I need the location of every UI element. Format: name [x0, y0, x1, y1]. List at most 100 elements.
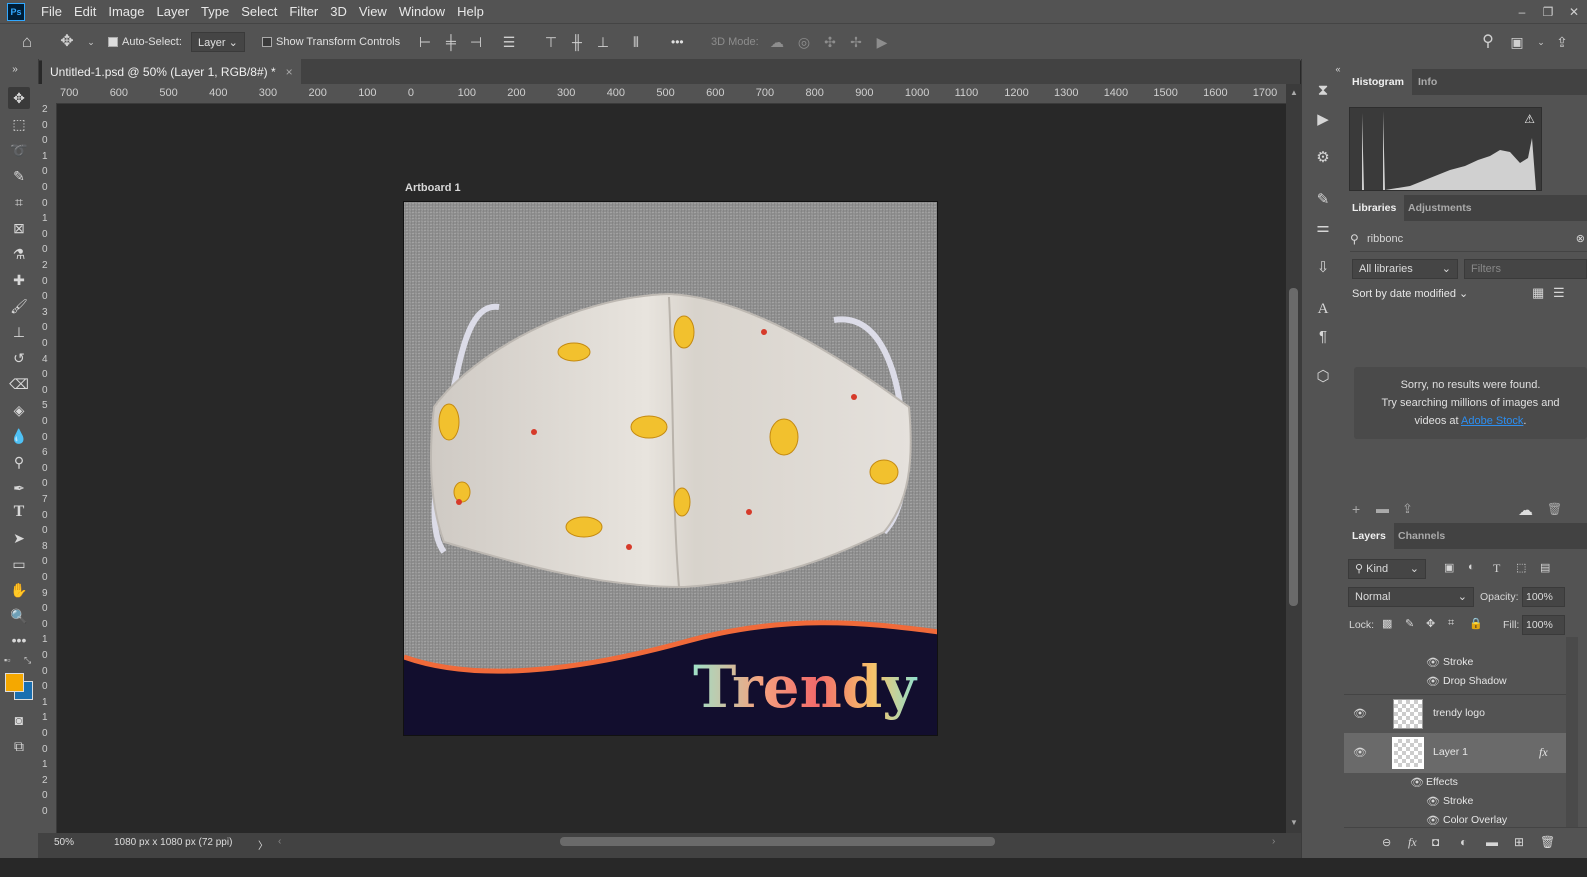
- horizontal-scroll-thumb[interactable]: [560, 837, 995, 846]
- show-transform-checkbox[interactable]: Show Transform Controls: [262, 24, 400, 60]
- 3d-cube-icon[interactable]: ⬡: [1313, 367, 1333, 387]
- close-tab-icon[interactable]: ×: [286, 65, 293, 79]
- eye-icon[interactable]: 👁: [1426, 795, 1440, 808]
- library-select-dropdown[interactable]: All libraries ⌄: [1352, 259, 1458, 279]
- layer-row-trendy-logo[interactable]: 👁 trendy logo: [1344, 694, 1566, 734]
- drag-3d-icon[interactable]: ✣: [821, 33, 839, 51]
- zoom-level[interactable]: 50%: [54, 837, 74, 848]
- menu-window[interactable]: Window: [393, 4, 451, 19]
- menu-help[interactable]: Help: [451, 4, 490, 19]
- distribute-vertical-icon[interactable]: ⦀: [627, 33, 645, 51]
- vertical-scroll-thumb[interactable]: [1289, 288, 1298, 606]
- scroll-up-icon[interactable]: ▲: [1290, 88, 1298, 97]
- tab-layers[interactable]: Layers: [1344, 523, 1394, 549]
- tab-libraries[interactable]: Libraries: [1344, 195, 1405, 221]
- brush-settings-icon[interactable]: ✎: [1313, 190, 1333, 210]
- layer-row-layer-1[interactable]: 👁 Layer 1 fx: [1344, 733, 1566, 773]
- paint-bucket-tool[interactable]: ◈: [8, 399, 30, 421]
- workspace-icon[interactable]: ▣: [1508, 33, 1526, 51]
- pen-tool[interactable]: ✒: [8, 477, 30, 499]
- layer-name[interactable]: trendy logo: [1433, 707, 1485, 719]
- cloud-icon[interactable]: ☁: [1518, 501, 1533, 519]
- align-right-icon[interactable]: ⊣: [467, 33, 485, 51]
- scroll-right-icon[interactable]: ›: [1272, 836, 1275, 847]
- align-bottom-icon[interactable]: ⊥: [594, 33, 612, 51]
- sort-dropdown[interactable]: Sort by date modified ⌄: [1352, 287, 1468, 300]
- layers-scrollbar[interactable]: [1566, 637, 1578, 827]
- grid-view-icon[interactable]: ▦: [1532, 285, 1544, 301]
- tab-histogram[interactable]: Histogram: [1344, 69, 1412, 95]
- rectangle-tool[interactable]: ▭: [8, 553, 30, 575]
- roll-3d-icon[interactable]: ◎: [795, 33, 813, 51]
- eyedropper-tool[interactable]: ⚗: [8, 243, 30, 265]
- quick-select-tool[interactable]: ✎: [8, 165, 30, 187]
- layer-effect-row[interactable]: 👁 Stroke: [1344, 654, 1566, 672]
- folder-icon[interactable]: ▬: [1376, 501, 1389, 516]
- menu-3d[interactable]: 3D: [324, 4, 353, 19]
- lock-all-icon[interactable]: 🔒: [1469, 617, 1483, 630]
- adjustment-layer-icon[interactable]: ◐: [1460, 835, 1467, 849]
- workspace-chevron-icon[interactable]: ⌄: [1532, 33, 1550, 51]
- adjust-sliders-icon[interactable]: ⚌: [1313, 218, 1333, 238]
- tab-channels[interactable]: Channels: [1390, 523, 1453, 549]
- eraser-tool[interactable]: ⌫: [8, 373, 30, 395]
- visibility-eye-icon[interactable]: 👁: [1353, 746, 1367, 759]
- slide-3d-icon[interactable]: ✢: [847, 33, 865, 51]
- effects-row[interactable]: 👁 Effects: [1344, 774, 1566, 792]
- swap-colors-icon[interactable]: ⤡: [24, 655, 31, 666]
- horizontal-ruler[interactable]: 700 600 500 400 300 200 100 0 100 200 300 400 500 600…: [40, 84, 1286, 104]
- auto-select-target-dropdown[interactable]: Layer ⌄: [191, 32, 245, 52]
- dodge-tool[interactable]: ⚲: [8, 451, 30, 473]
- lock-artboard-icon[interactable]: ⌗: [1448, 617, 1454, 630]
- blend-mode-dropdown[interactable]: Normal ⌄: [1348, 587, 1474, 607]
- eye-icon[interactable]: 👁: [1426, 656, 1440, 669]
- lasso-tool[interactable]: ➰: [8, 139, 30, 161]
- crop-tool[interactable]: ⌗: [8, 191, 30, 213]
- kind-filter-dropdown[interactable]: ⚲ Kind ⌄: [1348, 559, 1426, 579]
- actions-play-icon[interactable]: ▶: [1313, 110, 1333, 130]
- list-view-icon[interactable]: ☰: [1553, 285, 1565, 301]
- add-library-icon[interactable]: +: [1352, 501, 1360, 517]
- search-icon[interactable]: ⚲: [1479, 33, 1497, 51]
- opacity-input[interactable]: 100%: [1522, 587, 1565, 607]
- filter-type-icon[interactable]: T: [1493, 561, 1500, 576]
- align-left-icon[interactable]: ⊢: [416, 33, 434, 51]
- distribute-icon[interactable]: ☰: [500, 33, 518, 51]
- properties-icon[interactable]: ⚙: [1313, 148, 1333, 168]
- character-icon[interactable]: A: [1313, 299, 1333, 319]
- more-options-button[interactable]: •••: [671, 24, 684, 60]
- layer-effect-row[interactable]: 👁 Stroke: [1344, 793, 1566, 811]
- close-window-button[interactable]: ✕: [1561, 5, 1587, 19]
- artboard-label[interactable]: Artboard 1: [405, 182, 461, 194]
- orbit-3d-icon[interactable]: ☁: [768, 33, 786, 51]
- scroll-down-icon[interactable]: ▼: [1290, 818, 1298, 827]
- library-search[interactable]: ⚲ ribbonc ⊗: [1350, 229, 1587, 252]
- glyphs-icon[interactable]: ⇩: [1313, 258, 1333, 278]
- link-layers-icon[interactable]: ⊖: [1382, 836, 1391, 849]
- layer-effect-row[interactable]: 👁 Drop Shadow: [1344, 673, 1566, 691]
- filter-adjustment-icon[interactable]: ◐: [1468, 561, 1475, 573]
- move-tool-icon[interactable]: ✥: [58, 33, 76, 51]
- menu-select[interactable]: Select: [235, 4, 283, 19]
- adobe-stock-link[interactable]: Adobe Stock: [1461, 415, 1523, 427]
- filter-shape-icon[interactable]: ⬚: [1516, 561, 1526, 574]
- menu-view[interactable]: View: [353, 4, 393, 19]
- artboard[interactable]: Trendy: [403, 201, 938, 736]
- minimize-button[interactable]: –: [1509, 5, 1535, 19]
- fx-icon[interactable]: fx: [1539, 745, 1548, 760]
- lock-position-icon[interactable]: ✥: [1426, 617, 1435, 630]
- healing-brush-tool[interactable]: ✚: [8, 269, 30, 291]
- filter-pixel-icon[interactable]: ▣: [1444, 561, 1454, 574]
- align-center-icon[interactable]: ╪: [442, 33, 460, 51]
- type-tool[interactable]: T: [8, 501, 30, 523]
- home-icon[interactable]: ⌂: [18, 33, 36, 51]
- warning-icon[interactable]: ⚠: [1524, 112, 1535, 126]
- camera-3d-icon[interactable]: ▶: [873, 33, 891, 51]
- auto-select-checkbox[interactable]: Auto-Select:: [108, 24, 182, 60]
- path-selection-tool[interactable]: ➤: [8, 527, 30, 549]
- history-brush-tool[interactable]: ↺: [8, 347, 30, 369]
- history-icon[interactable]: ⧗: [1313, 81, 1333, 101]
- marquee-tool[interactable]: ⬚: [8, 113, 30, 135]
- new-layer-icon[interactable]: ⊞: [1514, 835, 1524, 849]
- upload-icon[interactable]: ⇪: [1402, 501, 1413, 517]
